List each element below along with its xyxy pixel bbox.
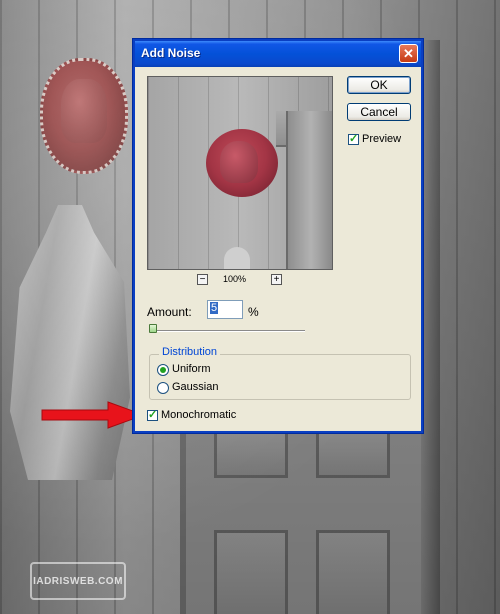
gaussian-label: Gaussian: [172, 381, 219, 393]
ok-button[interactable]: OK: [347, 76, 411, 94]
dialog-title: Add Noise: [141, 46, 201, 60]
checkmark-icon: ✓: [148, 409, 158, 421]
distribution-title: Distribution: [159, 346, 221, 358]
preview-hat: [206, 129, 278, 197]
amount-slider-track[interactable]: [151, 330, 305, 332]
monochromatic-checkbox[interactable]: ✓: [147, 409, 158, 421]
gaussian-radio[interactable]: [157, 382, 169, 394]
zoom-out-button[interactable]: −: [197, 274, 208, 285]
add-noise-dialog: Add Noise ✕ − 100% + OK Cancel ✓ Preview…: [133, 39, 423, 433]
preview-label: Preview: [362, 133, 402, 145]
preview-post: [286, 111, 332, 269]
distribution-group: [149, 354, 411, 400]
title-bar[interactable]: Add Noise ✕: [135, 41, 421, 67]
cancel-button[interactable]: Cancel: [347, 103, 411, 121]
close-icon: ✕: [403, 46, 414, 61]
radio-selected-dot: [160, 367, 166, 373]
amount-unit: %: [248, 305, 259, 319]
preview-hanger: [224, 247, 250, 269]
amount-label: Amount:: [147, 305, 192, 319]
checkmark-icon: ✓: [349, 133, 359, 145]
preview-image[interactable]: [147, 76, 333, 270]
zoom-level: 100%: [223, 274, 247, 284]
arrow-right-icon: [41, 401, 146, 429]
zoom-in-button[interactable]: +: [271, 274, 282, 285]
uniform-radio[interactable]: [157, 364, 169, 376]
uniform-label: Uniform: [172, 363, 211, 375]
zoom-controls: − 100% +: [197, 274, 287, 288]
amount-value: 5: [210, 302, 219, 314]
watermark: IADRISWEB.COM: [30, 562, 126, 600]
preview-checkbox[interactable]: ✓: [348, 133, 359, 145]
monochromatic-label: Monochromatic: [161, 409, 237, 421]
amount-slider-thumb[interactable]: [149, 324, 157, 333]
close-button[interactable]: ✕: [399, 44, 418, 63]
amount-input[interactable]: 5: [207, 300, 243, 319]
